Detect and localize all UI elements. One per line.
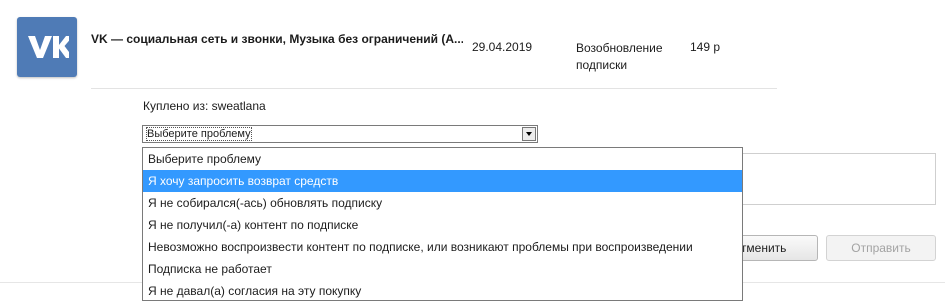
dropdown-option[interactable]: Выберите проблему <box>143 148 742 170</box>
dropdown-option-highlighted[interactable]: Я хочу запросить возврат средств <box>143 170 742 192</box>
problem-dropdown-list[interactable]: Выберите проблему Я хочу запросить возвр… <box>142 147 743 301</box>
dropdown-option[interactable]: Подписка не работает <box>143 258 742 280</box>
dropdown-option[interactable]: Я не собирался(-ась) обновлять подписку <box>143 192 742 214</box>
divider <box>91 88 777 89</box>
bought-from-label: Куплено из: sweatlana <box>143 99 266 113</box>
app-title[interactable]: VK — социальная сеть и звонки, Музыка бе… <box>91 32 463 46</box>
dropdown-option[interactable]: Невозможно воспроизвести контент по подп… <box>143 236 742 258</box>
vk-logo-icon <box>17 17 77 77</box>
purchase-date: 29.04.2019 <box>472 40 533 54</box>
dropdown-option[interactable]: Я не получил(-а) контент по подписке <box>143 214 742 236</box>
dropdown-option[interactable]: Я не давал(а) согласия на эту покупку <box>143 280 742 302</box>
submit-button[interactable]: Отправить <box>826 235 936 261</box>
purchase-price: 149 р <box>690 40 721 54</box>
chevron-down-icon[interactable] <box>522 127 536 141</box>
problem-select[interactable]: Выберите проблему <box>142 125 538 143</box>
purchase-type: Возобновление подписки <box>576 41 663 72</box>
problem-select-value: Выберите проблему <box>146 127 252 141</box>
